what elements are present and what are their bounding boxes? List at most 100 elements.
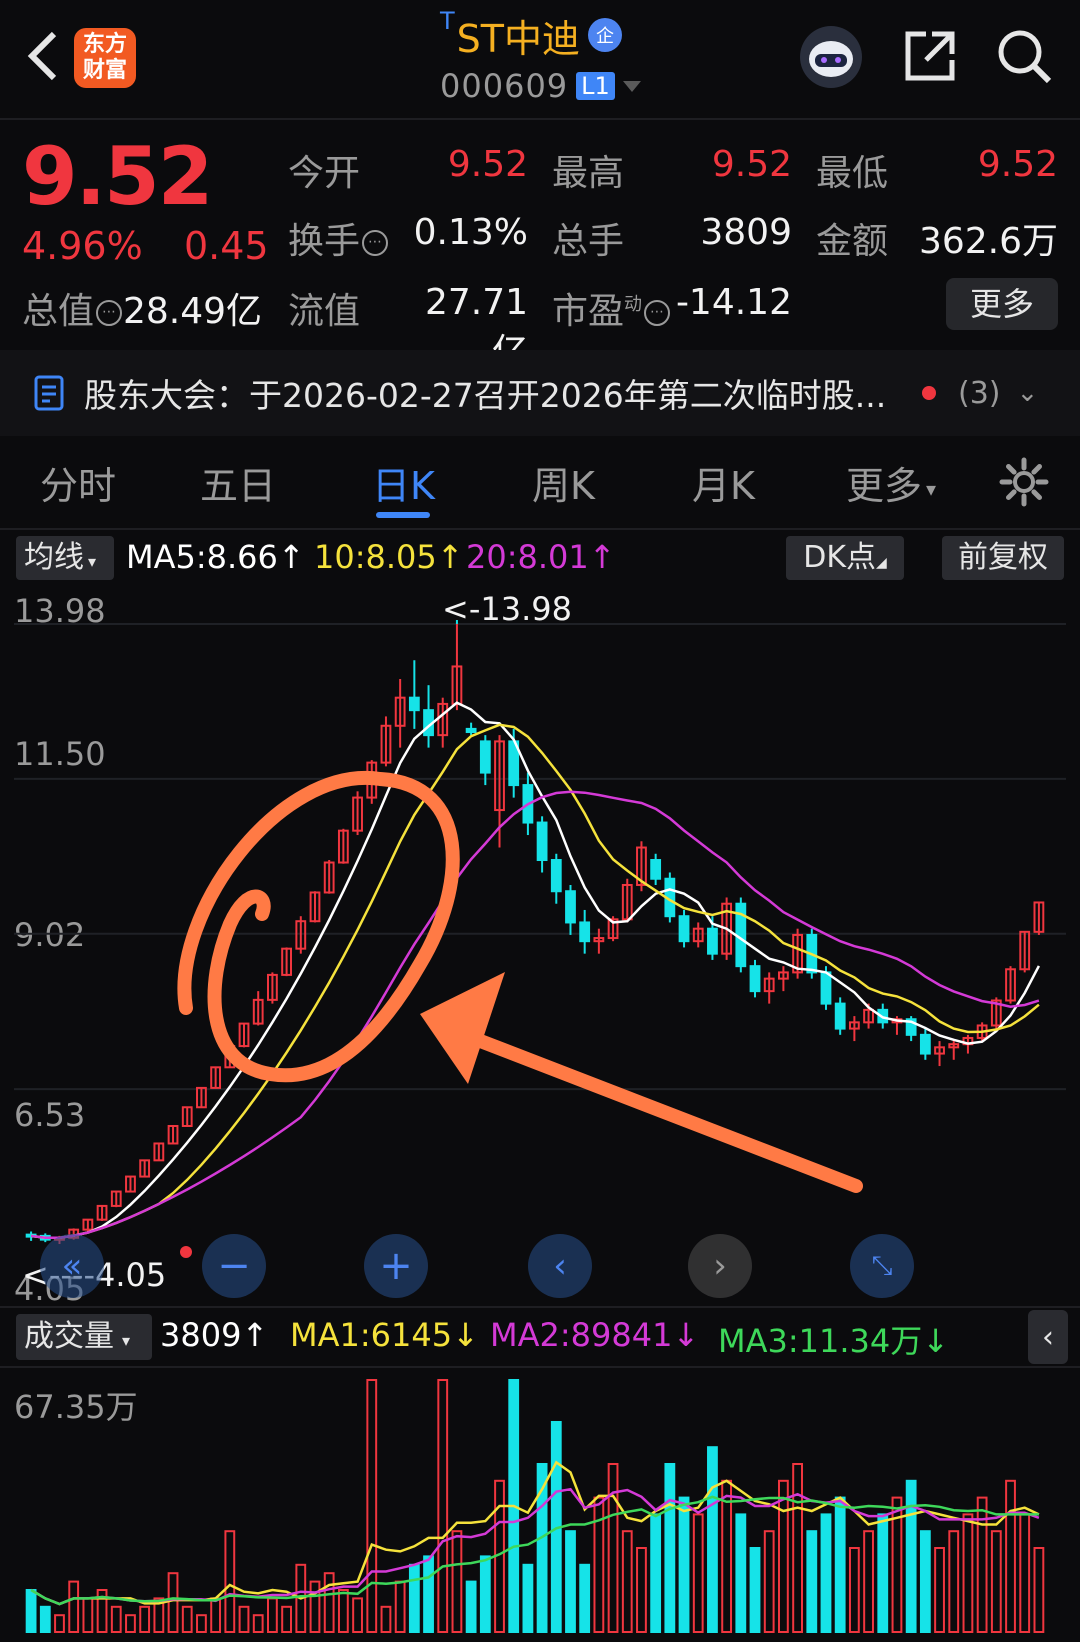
stock-code-row[interactable]: 000609 L1 <box>440 66 641 106</box>
notice-bar[interactable]: 股东大会：于2026-02-27召开2026年第二次临时股... (3) ⌄ <box>0 350 1080 436</box>
volume-bar <box>352 1597 363 1633</box>
tab-weekly-k[interactable]: 周K <box>532 455 595 510</box>
volume-bar <box>778 1479 789 1633</box>
caret-down-icon <box>622 80 641 92</box>
search-icon <box>998 30 1052 84</box>
dk-point-button[interactable]: DK点◢ <box>786 536 904 580</box>
open-label: 今开 <box>288 153 361 194</box>
vol-ma3: MA3:11.34万↓ <box>718 1322 950 1360</box>
volume-bar <box>721 1479 733 1633</box>
amount-label: 金额 <box>816 221 889 262</box>
current-price: 9.52 <box>22 130 213 223</box>
caret-down-icon: ▾ <box>88 552 97 571</box>
volume-bar <box>664 1463 676 1633</box>
search-button[interactable] <box>994 26 1054 86</box>
chevron-right-icon: › <box>713 1246 727 1286</box>
adjust-button[interactable]: 前复权 <box>942 536 1064 580</box>
caret-down-icon: ▾ <box>122 1331 131 1350</box>
volume-bar <box>451 1530 463 1633</box>
collapse-button[interactable]: ‹ <box>1028 1310 1068 1364</box>
corner-icon: ◢ <box>876 555 887 571</box>
volume-bar <box>593 1496 605 1633</box>
stock-code: 000609 <box>440 67 569 105</box>
volume-bar <box>68 1580 80 1634</box>
turnover-label[interactable]: 换手 ⋯ <box>288 212 389 264</box>
tab-daily-k[interactable]: 日K <box>372 455 435 510</box>
share-button[interactable] <box>902 28 958 84</box>
tab-intraday[interactable]: 分时 <box>40 455 116 510</box>
volume-bar <box>763 1530 775 1633</box>
chevron-left-icon <box>27 31 57 81</box>
next-button[interactable]: › <box>688 1234 752 1298</box>
zoom-out-button[interactable]: − <box>202 1234 266 1298</box>
pe-value: -14.12 <box>675 282 792 323</box>
expand-icon: ⤡ <box>871 1250 893 1281</box>
chevron-down-icon[interactable]: ⌄ <box>1017 378 1039 408</box>
ma20-value: 20:8.01↑ <box>466 538 616 576</box>
volume-bar <box>238 1605 250 1634</box>
double-chevron-left-icon: « <box>61 1246 83 1286</box>
stock-title[interactable]: T ST中迪 企 <box>440 7 623 61</box>
volume-bar <box>806 1530 818 1633</box>
low-value: 9.52 <box>977 144 1058 185</box>
volume-selector[interactable]: 成交量 ▾ <box>16 1314 152 1360</box>
robot-assistant-icon[interactable] <box>800 26 862 88</box>
document-icon <box>34 375 64 411</box>
volume-bar <box>962 1513 974 1633</box>
unread-dot <box>922 386 936 400</box>
change-value: 0.45 <box>184 224 269 268</box>
volume-current: 3809↑ <box>160 1316 269 1354</box>
volume-bar <box>905 1479 917 1633</box>
volume-bar <box>976 1496 988 1633</box>
volume-bar <box>437 1379 449 1633</box>
mcap-label[interactable]: 总值 ⋯ <box>22 282 123 334</box>
prev-button[interactable]: ‹ <box>528 1234 592 1298</box>
volume-bar <box>210 1597 222 1633</box>
hand-drawn-annotation <box>177 770 863 1193</box>
active-tab-indicator <box>376 512 430 518</box>
volume-bar <box>848 1547 860 1633</box>
ma-selector[interactable]: 均线 ▾ <box>16 536 114 580</box>
gear-icon <box>999 457 1049 507</box>
tab-five-day[interactable]: 五日 <box>200 455 276 510</box>
volume-bar <box>394 1580 406 1634</box>
enterprise-badge: 企 <box>588 18 623 52</box>
volume-bar <box>479 1555 491 1633</box>
volume-chart[interactable] <box>0 1370 1080 1642</box>
volume-bar <box>621 1530 633 1633</box>
volume-label: 总手 <box>552 221 625 262</box>
volume-bar <box>607 1463 619 1633</box>
volume-bar <box>139 1605 151 1634</box>
rewind-button[interactable]: « <box>40 1234 104 1298</box>
info-icon: ⋯ <box>96 300 123 326</box>
volume-value: 3809 <box>700 212 792 253</box>
logo-text-1: 东方 <box>82 32 127 57</box>
back-button[interactable] <box>18 26 68 86</box>
volume-bar <box>579 1563 591 1633</box>
volume-bar <box>1033 1547 1045 1633</box>
volume-bar <box>82 1597 94 1633</box>
volume-bar <box>707 1446 718 1633</box>
settings-button[interactable] <box>998 456 1050 508</box>
tab-monthly-k[interactable]: 月K <box>692 455 755 510</box>
tab-more[interactable]: 更多 ▾ <box>846 455 936 510</box>
high-label: 最高 <box>552 153 625 194</box>
volume-bar <box>252 1614 264 1633</box>
more-button[interactable]: 更多 <box>946 278 1058 330</box>
fullscreen-button[interactable]: ⤡ <box>850 1234 914 1298</box>
change-percent: 4.96% <box>22 224 143 268</box>
volume-bar <box>1019 1513 1031 1633</box>
vol-ma2: MA2:89841↓ <box>490 1316 700 1354</box>
volume-bar <box>749 1547 761 1633</box>
volume-bar <box>934 1547 945 1633</box>
pe-label[interactable]: 市盈动 ⋯ <box>552 282 671 334</box>
info-icon: ⋯ <box>362 230 389 256</box>
volume-bar <box>1005 1479 1016 1633</box>
volume-bar <box>181 1605 193 1634</box>
volume-bar <box>309 1580 321 1634</box>
zoom-in-button[interactable]: + <box>364 1234 428 1298</box>
volume-bar <box>735 1513 747 1633</box>
volume-bar <box>465 1580 477 1634</box>
stock-name: ST中迪 <box>456 16 581 61</box>
volume-bar <box>167 1572 179 1633</box>
